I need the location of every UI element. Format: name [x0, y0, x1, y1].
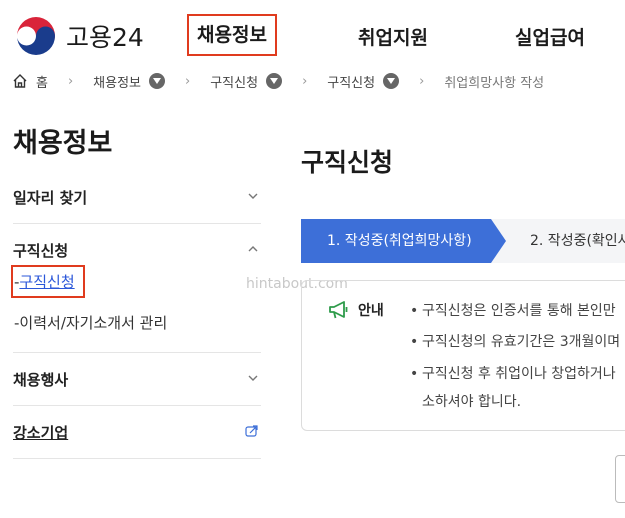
notice-line-text: 구직신청 후 취업이나 창업하거나 [422, 366, 616, 382]
sidebar-title: 채용정보 [13, 128, 113, 159]
sidebar-subitem-label: 구직신청 [19, 273, 75, 291]
taegeuk-logo-icon [15, 15, 57, 57]
sidebar-item-recruitment-events[interactable]: 채용행사 [13, 369, 261, 390]
external-link-icon [245, 425, 258, 437]
breadcrumb-current: 취업희망사항 작성 [444, 75, 545, 91]
sidebar-item-job-search[interactable]: 일자리 찾기 [13, 187, 261, 208]
breadcrumb-item-label: 구직신청 [210, 75, 259, 91]
notice-line: • 구직신청의 유효기간은 3개월이며 [410, 331, 620, 351]
home-icon [13, 74, 27, 88]
sidebar-item-label: 강소기업 [13, 424, 69, 442]
sidebar-item-job-application[interactable]: 구직신청 [13, 240, 261, 261]
notice-line: • 구직신청은 인증서를 통해 본인만 [410, 300, 616, 320]
sidebar-subitem-label: 이력서/자기소개서 관리 [19, 314, 168, 332]
notice-line-continuation: 소하셔야 합니다. [422, 394, 522, 410]
page-title: 구직신청 [301, 148, 394, 177]
breadcrumb-home-label: 홈 [36, 75, 48, 91]
sidebar-subitem-resume-management[interactable]: -이력서/자기소개서 관리 [14, 312, 167, 333]
nav-item-unemployment-benefit[interactable]: 실업급여 [515, 23, 585, 50]
breadcrumb-item-label: 채용정보 [93, 75, 142, 91]
sidebar-item-label: 채용행사 [13, 371, 69, 389]
logo-text: 고용24 [66, 23, 144, 52]
bullet-icon: • [410, 366, 419, 382]
chevron-down-icon [248, 193, 258, 199]
breadcrumb: 홈 › 채용정보 › 구직신청 › 구직신청 › 취업희망사항 작성 [12, 72, 545, 91]
notice-line-text: 구직신청의 유효기간은 3개월이며 [422, 334, 621, 350]
sidebar-divider [13, 458, 261, 459]
nav-item-recruitment[interactable]: 채용정보 [187, 14, 277, 56]
chevron-down-icon[interactable] [149, 73, 166, 89]
notice-box: 안내 • 구직신청은 인증서를 통해 본인만 • 구직신청의 유효기간은 3개월이며… [301, 280, 625, 431]
notice-line-text: 구직신청은 인증서를 통해 본인만 [422, 303, 616, 319]
partial-button[interactable] [615, 455, 625, 503]
sidebar-subitem-job-application[interactable]: -구직신청 [11, 265, 85, 298]
progress-steps: 1. 작성중(취업희망사항) 2. 작성중(확인사 [301, 219, 625, 263]
megaphone-icon [329, 301, 348, 319]
breadcrumb-item-label: 구직신청 [327, 75, 376, 91]
sidebar-item-strong-small-business[interactable]: 강소기업 [13, 422, 261, 443]
breadcrumb-item-job-application[interactable]: 구직신청 [210, 72, 283, 91]
breadcrumb-separator-icon: › [185, 73, 191, 89]
breadcrumb-home[interactable]: 홈 [12, 72, 48, 91]
chevron-down-icon[interactable] [266, 73, 283, 89]
chevron-down-icon[interactable] [383, 73, 400, 89]
sidebar-item-label: 일자리 찾기 [13, 189, 88, 207]
sidebar-divider [13, 352, 261, 353]
sidebar-item-label: 구직신청 [13, 242, 69, 260]
chevron-up-icon [248, 246, 258, 252]
chevron-down-icon [248, 375, 258, 381]
notice-line: • 구직신청 후 취업이나 창업하거나 [410, 363, 616, 383]
sidebar-divider [13, 223, 261, 224]
bullet-icon: • [410, 334, 419, 350]
bullet-icon: • [410, 303, 419, 319]
notice-label: 안내 [358, 303, 384, 319]
sidebar-divider [13, 405, 261, 406]
breadcrumb-separator-icon: › [67, 73, 74, 89]
breadcrumb-separator-icon: › [302, 73, 308, 89]
site-logo[interactable]: 고용24 [14, 14, 144, 58]
nav-item-employment-support[interactable]: 취업지원 [358, 23, 428, 50]
header: 고용24 채용정보 취업지원 실업급여 [0, 0, 625, 72]
breadcrumb-item-job-application-sub[interactable]: 구직신청 [327, 72, 400, 91]
breadcrumb-separator-icon: › [419, 73, 425, 89]
step-next: 2. 작성중(확인사 [530, 233, 625, 249]
breadcrumb-item-recruitment[interactable]: 채용정보 [93, 72, 166, 91]
step-current: 1. 작성중(취업희망사항) [301, 219, 506, 263]
